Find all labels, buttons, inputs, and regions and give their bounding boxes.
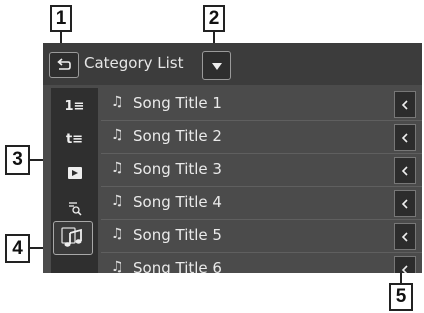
list-item[interactable]: ♫ Song Title 2 — [101, 121, 422, 154]
music-notes-icon — [61, 227, 82, 247]
back-button[interactable] — [49, 52, 79, 78]
song-list: ♫ Song Title 1 ♫ Song Title 2 ♫ Song Tit… — [101, 88, 422, 273]
list-item[interactable]: ♫ Song Title 4 — [101, 187, 422, 220]
music-note-icon: ♫ — [111, 160, 124, 176]
abc-search-icon — [68, 202, 82, 216]
details-button[interactable] — [394, 190, 416, 217]
sort-numeric-icon: 1≡ — [64, 98, 85, 114]
triangle-down-icon — [211, 62, 222, 70]
details-button[interactable] — [394, 223, 416, 250]
chevron-left-icon — [401, 198, 408, 209]
callout-5: 5 — [389, 283, 413, 311]
search-button[interactable] — [57, 194, 92, 222]
chevron-left-icon — [401, 99, 408, 110]
details-button[interactable] — [394, 124, 416, 151]
details-button[interactable] — [394, 157, 416, 184]
callout-4: 4 — [5, 234, 30, 263]
details-button[interactable] — [394, 91, 416, 118]
music-note-icon: ♫ — [111, 226, 124, 242]
category-dropdown-button[interactable] — [202, 51, 231, 80]
music-note-icon: ♫ — [111, 193, 124, 209]
list-item[interactable]: ♫ Song Title 5 — [101, 220, 422, 253]
music-note-icon: ♫ — [111, 127, 124, 143]
list-item[interactable]: ♫ Song Title 3 — [101, 154, 422, 187]
song-title: Song Title 5 — [133, 226, 222, 244]
details-button[interactable] — [394, 256, 416, 273]
song-title: Song Title 1 — [133, 94, 222, 112]
sort-text-icon: t≡ — [65, 131, 84, 147]
playlist-play-button[interactable] — [57, 159, 92, 187]
callout-1: 1 — [50, 5, 72, 32]
music-source-button[interactable] — [53, 221, 93, 255]
callout-2: 2 — [203, 5, 225, 32]
chevron-left-icon — [401, 231, 408, 242]
page-title: Category List — [84, 54, 184, 72]
song-title: Song Title 4 — [133, 193, 222, 211]
return-arrow-icon — [57, 58, 71, 70]
song-title: Song Title 6 — [133, 259, 222, 273]
song-title: Song Title 2 — [133, 127, 222, 145]
music-note-icon: ♫ — [111, 259, 124, 273]
music-note-icon: ♫ — [111, 94, 124, 110]
category-list-screen: Category List 1≡ t≡ ♫ Song Title 1 ♫ Son… — [43, 43, 422, 273]
chevron-left-icon — [401, 264, 408, 273]
chevron-left-icon — [401, 165, 408, 176]
song-title: Song Title 3 — [133, 160, 222, 178]
sort-text-button[interactable]: t≡ — [57, 125, 92, 153]
list-item[interactable]: ♫ Song Title 6 — [101, 253, 422, 273]
list-item[interactable]: ♫ Song Title 1 — [101, 88, 422, 121]
chevron-left-icon — [401, 132, 408, 143]
sort-numeric-button[interactable]: 1≡ — [57, 92, 92, 120]
playlist-play-icon — [67, 167, 82, 179]
callout-3: 3 — [5, 145, 30, 175]
header-bar: Category List — [43, 43, 422, 85]
